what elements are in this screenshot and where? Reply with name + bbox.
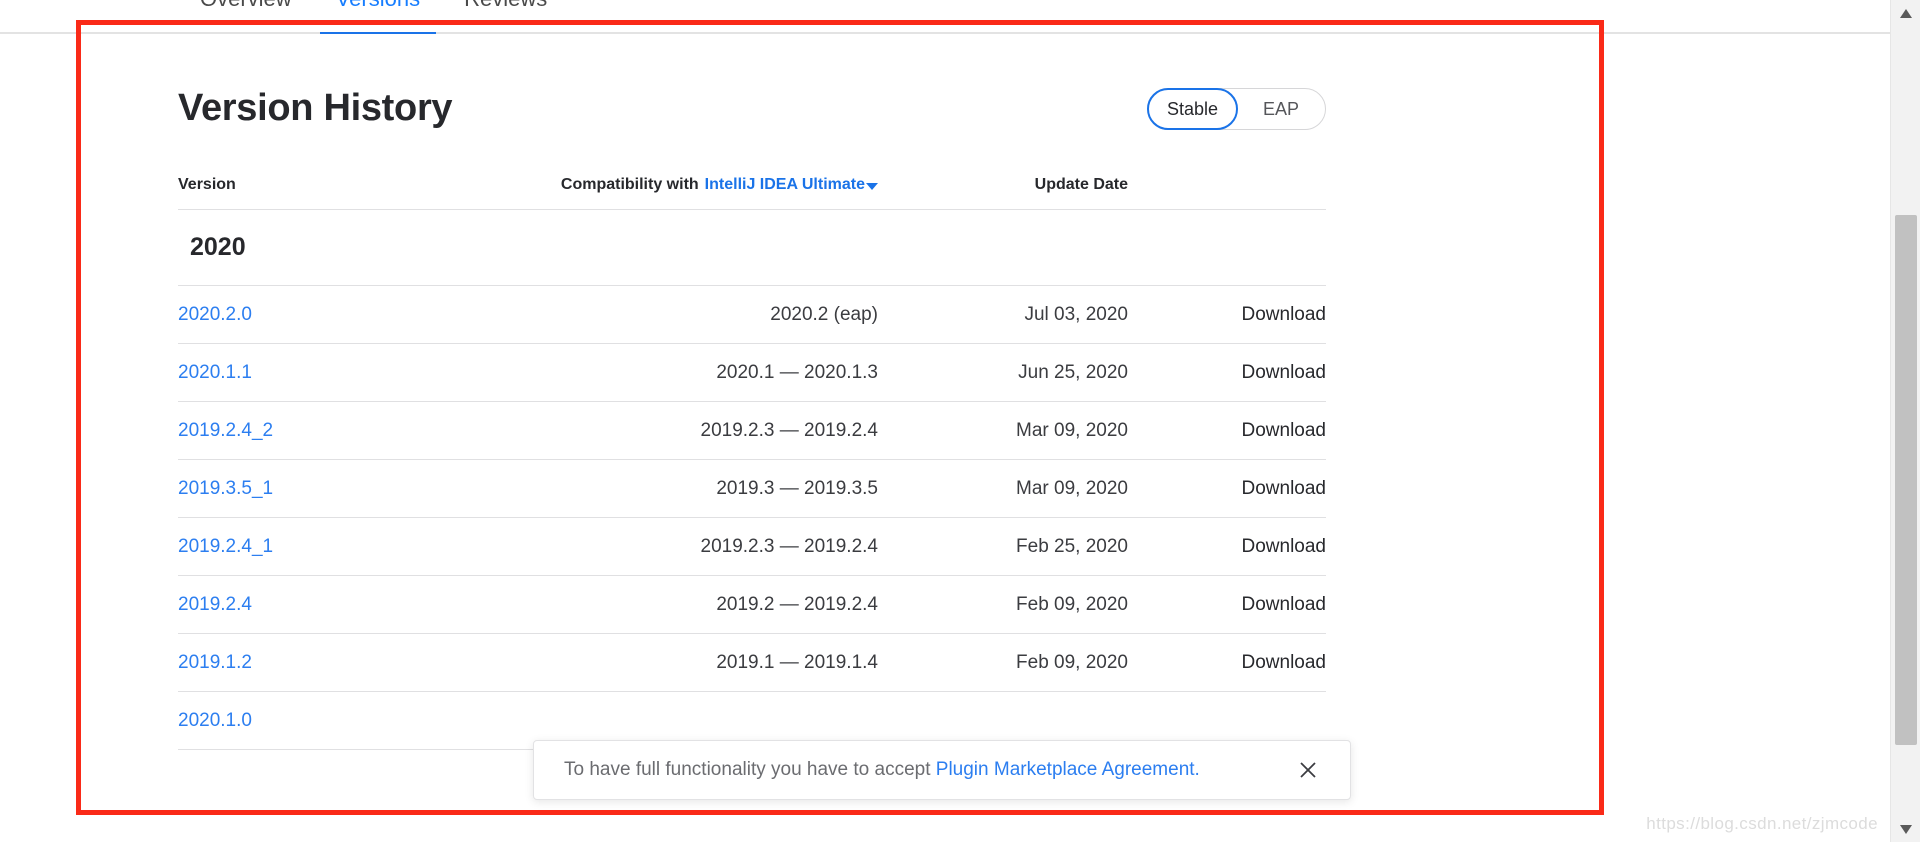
table-row: 2019.2.4 2019.2 — 2019.2.4 Feb 09, 2020 … <box>178 576 1326 634</box>
row-date-cell: Feb 09, 2020 <box>878 652 1128 674</box>
row-action-cell: Download <box>1128 478 1326 500</box>
page-title: Version History <box>178 84 452 132</box>
agreement-toast-message: To have full functionality you have to a… <box>564 759 936 780</box>
watermark: https://blog.csdn.net/zjmcode <box>1646 814 1878 834</box>
download-link[interactable]: Download <box>1242 478 1327 499</box>
versions-panel: Version History Stable EAP Version Compa… <box>0 34 1890 842</box>
tab-list: Overview Versions Reviews <box>178 0 569 26</box>
version-link[interactable]: 2019.1.2 <box>178 652 252 673</box>
channel-toggle[interactable]: Stable EAP <box>1147 88 1326 130</box>
column-header-version: Version <box>178 176 478 194</box>
row-version-cell: 2019.2.4_2 <box>178 420 478 442</box>
tab-reviews-label: Reviews <box>464 0 547 11</box>
scrollbar-thumb[interactable] <box>1895 215 1917 745</box>
table-row: 2019.2.4_1 2019.2.3 — 2019.2.4 Feb 25, 2… <box>178 518 1326 576</box>
row-date-cell: Mar 09, 2020 <box>878 420 1128 442</box>
version-link[interactable]: 2019.2.4_1 <box>178 536 273 557</box>
row-compatibility-cell: 2019.2.3 — 2019.2.4 <box>478 420 878 442</box>
download-link[interactable]: Download <box>1242 652 1327 673</box>
row-action-cell: Download <box>1128 652 1326 674</box>
page-root: Overview Versions Reviews Version Histor… <box>0 0 1920 842</box>
row-version-cell: 2019.2.4_1 <box>178 536 478 558</box>
table-row: 2019.3.5_1 2019.3 — 2019.3.5 Mar 09, 202… <box>178 460 1326 518</box>
version-link[interactable]: 2020.2.0 <box>178 304 252 325</box>
row-action-cell: Download <box>1128 594 1326 616</box>
version-history-table: Version Compatibility with IntelliJ IDEA… <box>178 164 1326 750</box>
column-header-update-date: Update Date <box>878 176 1128 194</box>
download-link[interactable]: Download <box>1242 304 1327 325</box>
close-icon[interactable] <box>1294 756 1322 784</box>
row-version-cell: 2019.2.4 <box>178 594 478 616</box>
plugin-tabbar: Overview Versions Reviews <box>0 0 1890 34</box>
scroll-up-arrow-icon[interactable] <box>1891 2 1920 24</box>
table-row: 2019.2.4_2 2019.2.3 — 2019.2.4 Mar 09, 2… <box>178 402 1326 460</box>
tab-overview[interactable]: Overview <box>178 0 314 26</box>
row-date-cell: Jun 25, 2020 <box>878 362 1128 384</box>
row-compatibility-cell: 2019.3 — 2019.3.5 <box>478 478 878 500</box>
download-link[interactable]: Download <box>1242 594 1327 615</box>
version-link[interactable]: 2020.1.0 <box>178 710 252 731</box>
compatibility-product-dropdown[interactable]: IntelliJ IDEA Ultimate <box>705 176 878 194</box>
row-action-cell: Download <box>1128 362 1326 384</box>
agreement-toast-text: To have full functionality you have to a… <box>564 759 1282 781</box>
row-version-cell: 2019.3.5_1 <box>178 478 478 500</box>
table-row: 2020.1.1 2020.1 — 2020.1.3 Jun 25, 2020 … <box>178 344 1326 402</box>
row-compatibility-cell: 2019.2 — 2019.2.4 <box>478 594 878 616</box>
chevron-down-icon <box>866 183 878 190</box>
row-action-cell: Download <box>1128 420 1326 442</box>
scroll-down-arrow-icon[interactable] <box>1891 818 1920 840</box>
row-date-cell: Jul 03, 2020 <box>878 304 1128 326</box>
download-link[interactable]: Download <box>1242 362 1327 383</box>
vertical-scrollbar[interactable] <box>1890 0 1920 842</box>
plugin-marketplace-agreement-link[interactable]: Plugin Marketplace Agreement. <box>936 759 1200 780</box>
table-header-row: Version Compatibility with IntelliJ IDEA… <box>178 164 1326 210</box>
row-version-cell: 2020.1.0 <box>178 710 478 732</box>
channel-toggle-stable[interactable]: Stable <box>1147 88 1238 130</box>
channel-toggle-eap-label: EAP <box>1263 99 1299 120</box>
row-date-cell: Feb 25, 2020 <box>878 536 1128 558</box>
row-compatibility-cell: 2019.2.3 — 2019.2.4 <box>478 536 878 558</box>
versions-header: Version History Stable EAP <box>178 84 1326 136</box>
year-group-header: 2020 <box>178 210 1326 286</box>
row-version-cell: 2020.2.0 <box>178 304 478 326</box>
tab-reviews[interactable]: Reviews <box>442 0 569 26</box>
compatibility-product-label: IntelliJ IDEA Ultimate <box>705 176 865 193</box>
tab-overview-label: Overview <box>200 0 292 11</box>
row-version-cell: 2019.1.2 <box>178 652 478 674</box>
column-header-compatibility-prefix: Compatibility with <box>561 176 699 194</box>
version-link[interactable]: 2019.3.5_1 <box>178 478 273 499</box>
row-date-cell: Mar 09, 2020 <box>878 478 1128 500</box>
tab-versions[interactable]: Versions <box>314 0 442 26</box>
agreement-toast: To have full functionality you have to a… <box>533 740 1351 800</box>
row-compatibility-cell: 2020.2 (eap) <box>478 304 878 326</box>
version-link[interactable]: 2019.2.4_2 <box>178 420 273 441</box>
row-compatibility-cell: 2019.1 — 2019.1.4 <box>478 652 878 674</box>
row-action-cell: Download <box>1128 536 1326 558</box>
version-link[interactable]: 2020.1.1 <box>178 362 252 383</box>
table-row: 2020.2.0 2020.2 (eap) Jul 03, 2020 Downl… <box>178 286 1326 344</box>
channel-toggle-stable-label: Stable <box>1167 99 1218 120</box>
year-group-label: 2020 <box>178 233 246 262</box>
row-action-cell: Download <box>1128 304 1326 326</box>
version-link[interactable]: 2019.2.4 <box>178 594 252 615</box>
channel-toggle-eap[interactable]: EAP <box>1237 89 1325 129</box>
download-link[interactable]: Download <box>1242 420 1327 441</box>
table-row: 2019.1.2 2019.1 — 2019.1.4 Feb 09, 2020 … <box>178 634 1326 692</box>
row-version-cell: 2020.1.1 <box>178 362 478 384</box>
tab-versions-label: Versions <box>336 0 420 11</box>
row-compatibility-cell: 2020.1 — 2020.1.3 <box>478 362 878 384</box>
row-date-cell: Feb 09, 2020 <box>878 594 1128 616</box>
download-link[interactable]: Download <box>1242 536 1327 557</box>
column-header-compatibility: Compatibility with IntelliJ IDEA Ultimat… <box>478 176 878 194</box>
